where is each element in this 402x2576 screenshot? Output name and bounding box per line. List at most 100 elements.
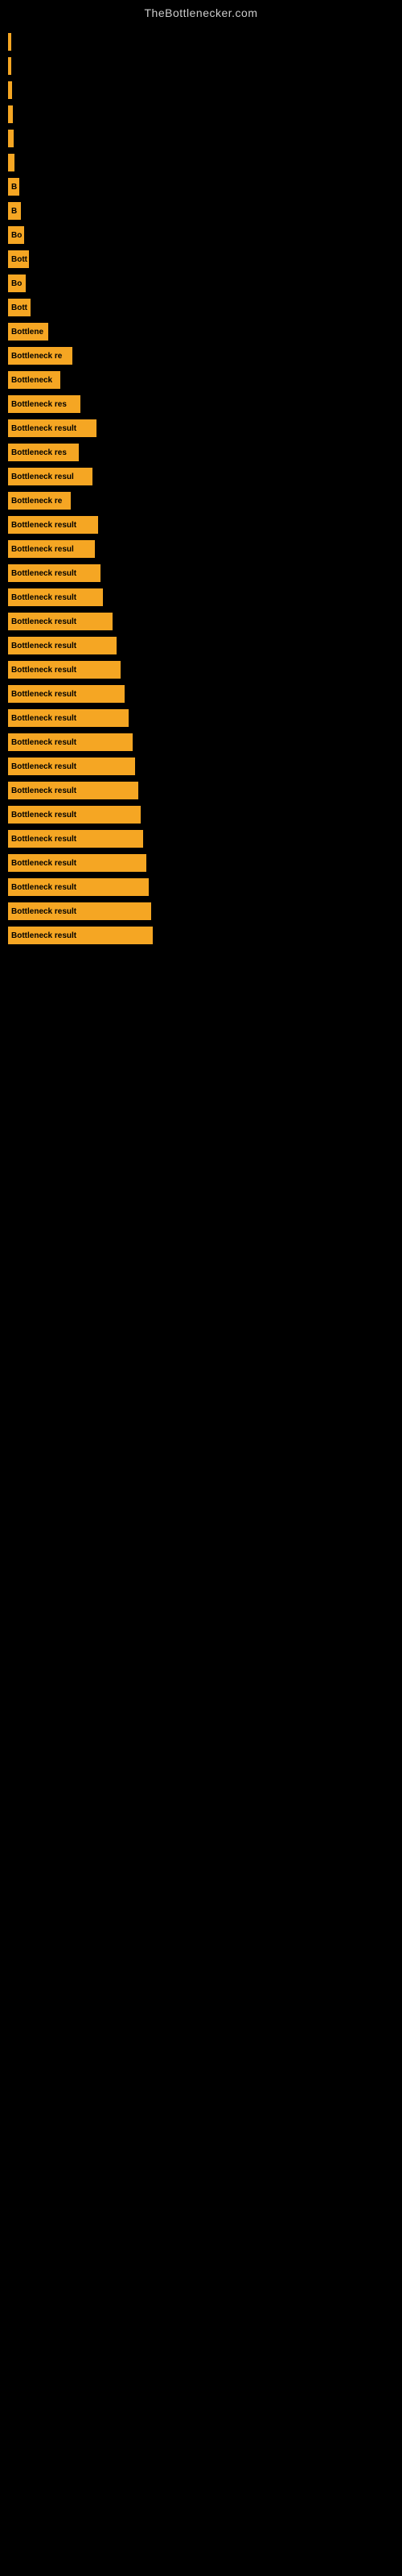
bar-row bbox=[8, 79, 402, 101]
bar: Bottleneck result bbox=[8, 733, 133, 751]
bar-row bbox=[8, 55, 402, 77]
bar-row: Bottleneck result bbox=[8, 634, 402, 657]
bar-row: Bottleneck result bbox=[8, 876, 402, 898]
bar-label: Bottleneck result bbox=[11, 642, 76, 650]
bar: Bottleneck result bbox=[8, 516, 98, 534]
bar-row: Bottlene bbox=[8, 320, 402, 343]
bar-row: Bottleneck res bbox=[8, 393, 402, 415]
bar-label: Bottleneck res bbox=[11, 400, 67, 409]
bar-row: Bottleneck result bbox=[8, 658, 402, 681]
bar: Bott bbox=[8, 299, 31, 316]
bar: Bottleneck result bbox=[8, 782, 138, 799]
bar: Bottleneck result bbox=[8, 564, 100, 582]
bar-row: Bottleneck result bbox=[8, 900, 402, 923]
bar: Bottleneck result bbox=[8, 661, 121, 679]
bar-row: Bottleneck result bbox=[8, 610, 402, 633]
bar: Bott bbox=[8, 250, 29, 268]
bar-row: Bo bbox=[8, 224, 402, 246]
page-wrapper: TheBottlenecker.com B B Bo Bott Bo Bott Bottle… bbox=[0, 0, 402, 956]
bar-row: Bott bbox=[8, 296, 402, 319]
bar: Bottleneck resul bbox=[8, 540, 95, 558]
bar: Bottleneck result bbox=[8, 613, 113, 630]
bar-row: Bottleneck result bbox=[8, 803, 402, 826]
bar: Bottleneck result bbox=[8, 902, 151, 920]
bar-row: Bottleneck re bbox=[8, 489, 402, 512]
bar: Bottleneck res bbox=[8, 395, 80, 413]
bar: Bottleneck result bbox=[8, 830, 143, 848]
bar-row bbox=[8, 151, 402, 174]
bar: Bottleneck re bbox=[8, 347, 72, 365]
bar: Bottleneck result bbox=[8, 758, 135, 775]
bar: Bottleneck res bbox=[8, 444, 79, 461]
bar-row: Bottleneck result bbox=[8, 562, 402, 584]
bar-label: Bottleneck result bbox=[11, 786, 76, 795]
bar-row: Bott bbox=[8, 248, 402, 270]
bar-row: Bottleneck result bbox=[8, 779, 402, 802]
bars-container: B B Bo Bott Bo Bott Bottlene Bottleneck re Bottl… bbox=[0, 23, 402, 956]
bar-label: Bott bbox=[11, 303, 27, 312]
bar-label: Bottleneck result bbox=[11, 714, 76, 723]
bar-row: Bottleneck result bbox=[8, 683, 402, 705]
bar-row: Bottleneck result bbox=[8, 924, 402, 947]
bar-label: Bottleneck result bbox=[11, 666, 76, 675]
bar-row: Bottleneck result bbox=[8, 707, 402, 729]
bar-label: Bottleneck re bbox=[11, 352, 62, 361]
bar-label: Bottleneck result bbox=[11, 569, 76, 578]
bar: Bottleneck result bbox=[8, 685, 125, 703]
bar: Bottleneck result bbox=[8, 878, 149, 896]
bar-label: Bottleneck result bbox=[11, 762, 76, 771]
bar-label: Bottleneck result bbox=[11, 521, 76, 530]
bar-label: Bo bbox=[11, 279, 22, 288]
bar-label: B bbox=[11, 207, 17, 216]
site-title: TheBottlenecker.com bbox=[0, 0, 402, 23]
bar: Bottleneck bbox=[8, 371, 60, 389]
bar-label: Bottleneck resul bbox=[11, 545, 74, 554]
bar-row bbox=[8, 127, 402, 150]
bar-row: Bottleneck res bbox=[8, 441, 402, 464]
bar: Bo bbox=[8, 275, 26, 292]
bar bbox=[8, 57, 11, 75]
bar bbox=[8, 105, 13, 123]
bar: Bottleneck result bbox=[8, 806, 141, 824]
bar-row bbox=[8, 31, 402, 53]
bar-row: Bottleneck result bbox=[8, 852, 402, 874]
bar bbox=[8, 33, 11, 51]
bar-label: Bottleneck result bbox=[11, 738, 76, 747]
bar: Bottleneck result bbox=[8, 709, 129, 727]
bar-row: Bottleneck resul bbox=[8, 465, 402, 488]
bar-label: Bottleneck re bbox=[11, 497, 62, 506]
bar-row bbox=[8, 103, 402, 126]
bar-row: Bottleneck result bbox=[8, 586, 402, 609]
bar-row: Bottleneck result bbox=[8, 731, 402, 753]
bar: Bottleneck re bbox=[8, 492, 71, 510]
bar-label: Bottlene bbox=[11, 328, 43, 336]
bar-label: B bbox=[11, 183, 17, 192]
bar: Bottleneck resul bbox=[8, 468, 92, 485]
bar-label: Bottleneck result bbox=[11, 907, 76, 916]
bar bbox=[8, 81, 12, 99]
bar-label: Bottleneck result bbox=[11, 835, 76, 844]
bar-row: Bottleneck re bbox=[8, 345, 402, 367]
bar-label: Bo bbox=[11, 231, 22, 240]
bar-label: Bottleneck result bbox=[11, 811, 76, 819]
bar: Bo bbox=[8, 226, 24, 244]
bar: Bottleneck result bbox=[8, 854, 146, 872]
bar-label: Bottleneck result bbox=[11, 931, 76, 940]
bar-row: B bbox=[8, 200, 402, 222]
bar-row: Bottleneck resul bbox=[8, 538, 402, 560]
bar: Bottleneck result bbox=[8, 588, 103, 606]
bar-label: Bottleneck bbox=[11, 376, 52, 385]
bar bbox=[8, 154, 14, 171]
bar: B bbox=[8, 178, 19, 196]
bar-label: Bottleneck resul bbox=[11, 473, 74, 481]
bar-label: Bottleneck result bbox=[11, 617, 76, 626]
bar-row: Bottleneck bbox=[8, 369, 402, 391]
bar-row: Bottleneck result bbox=[8, 417, 402, 440]
bar-label: Bottleneck result bbox=[11, 690, 76, 699]
bar: B bbox=[8, 202, 21, 220]
bar: Bottlene bbox=[8, 323, 48, 341]
bar-label: Bottleneck result bbox=[11, 424, 76, 433]
bar-label: Bott bbox=[11, 255, 27, 264]
bar-row: Bottleneck result bbox=[8, 828, 402, 850]
bar bbox=[8, 130, 14, 147]
